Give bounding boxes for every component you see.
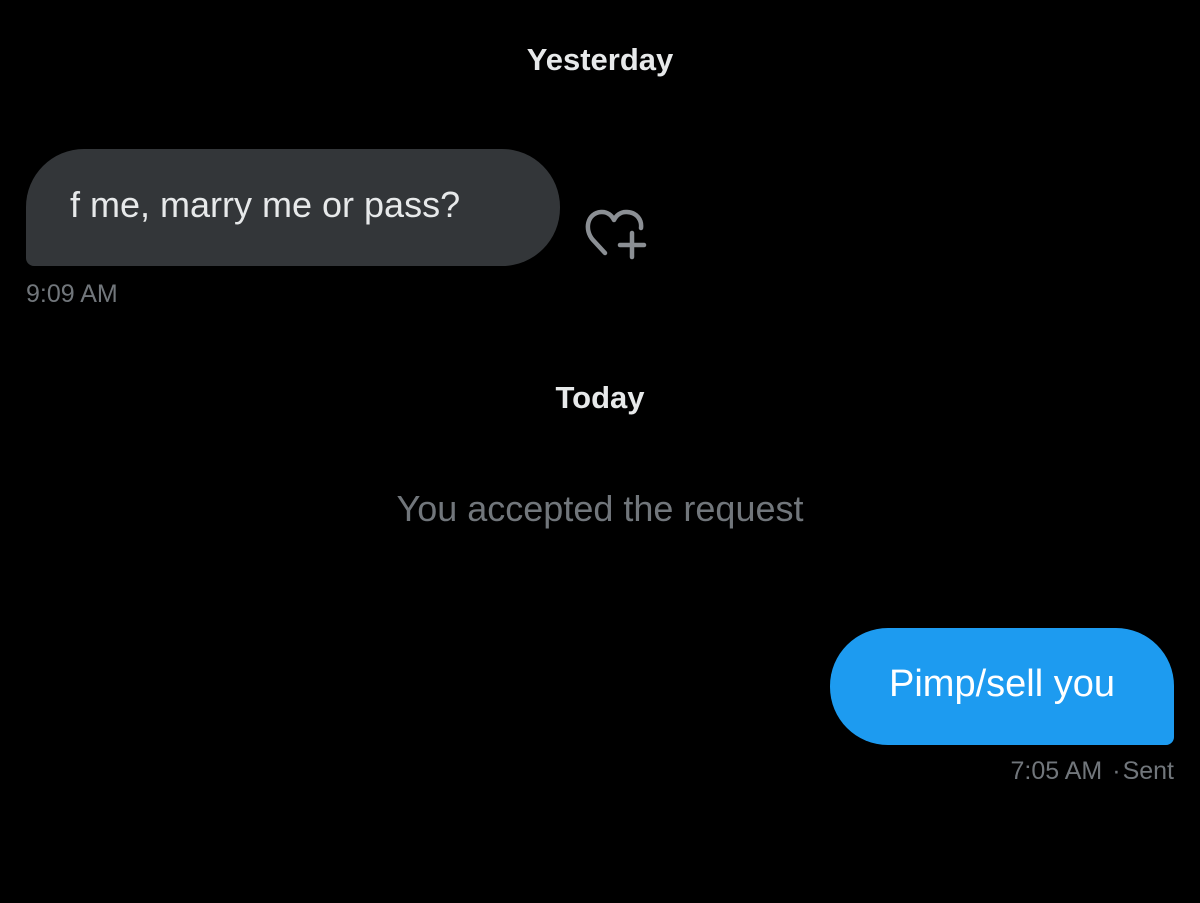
incoming-message-bubble[interactable]: f me, marry me or pass? — [26, 149, 560, 266]
incoming-message-text: f me, marry me or pass? — [70, 183, 461, 225]
outgoing-message-text: Pimp/sell you — [889, 663, 1115, 705]
add-reaction-button[interactable] — [584, 202, 650, 262]
day-divider-today: Today — [555, 380, 645, 415]
meta-separator: · — [1112, 757, 1121, 785]
heart-plus-icon — [585, 209, 647, 260]
outgoing-message-bubble[interactable]: Pimp/sell you — [830, 628, 1174, 745]
day-divider-yesterday: Yesterday — [526, 42, 674, 77]
outgoing-message-timestamp: 7:05 AM — [1010, 757, 1103, 785]
incoming-message-timestamp: 9:09 AM — [26, 280, 118, 308]
outgoing-message-meta: 7:05 AM ·Sent — [1011, 757, 1175, 786]
delivery-status: Sent — [1122, 757, 1174, 785]
system-message: You accepted the request — [396, 488, 804, 529]
